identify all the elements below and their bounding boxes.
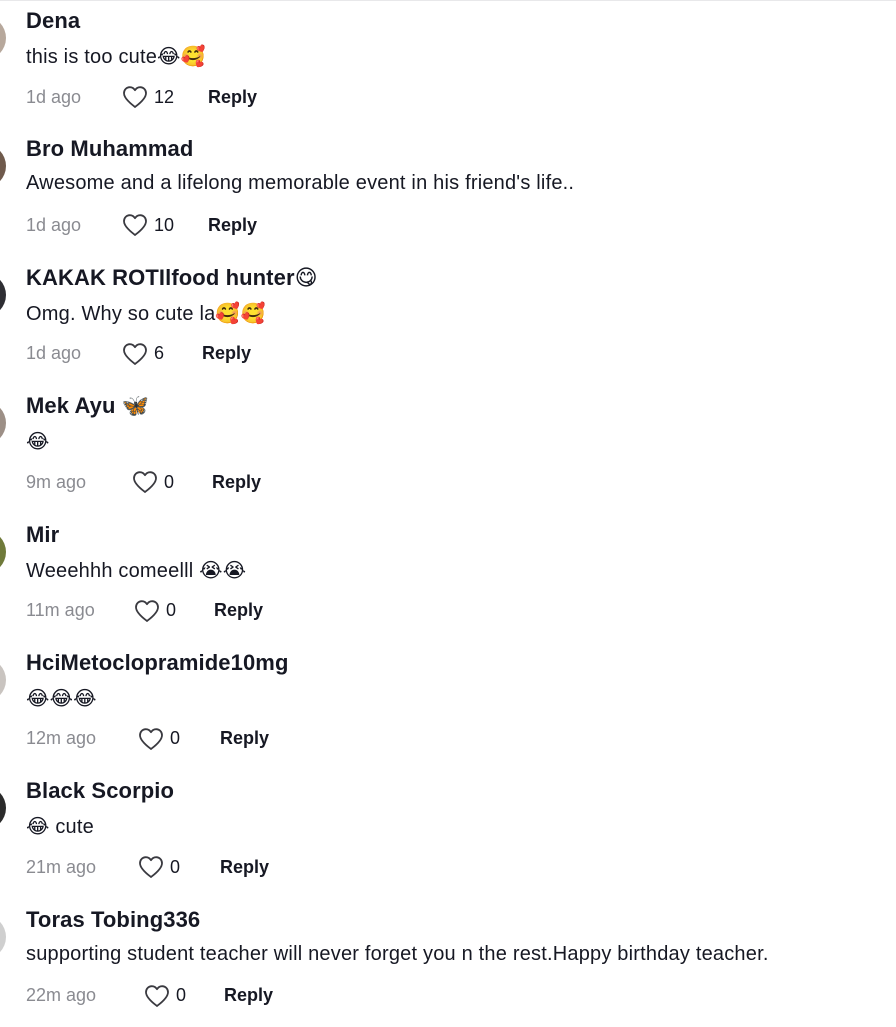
like-button[interactable]: 0 [132, 470, 212, 494]
comment-username[interactable]: Black Scorpio [26, 778, 174, 804]
heart-outline-icon [144, 984, 170, 1008]
comment-username[interactable]: KAKAK ROTIlfood hunter😋 [26, 265, 318, 291]
comment-username[interactable]: Mek Ayu 🦋 [26, 393, 149, 419]
reply-button[interactable]: Reply [208, 215, 257, 236]
comment-timestamp: 1d ago [26, 87, 122, 108]
comment-timestamp: 9m ago [26, 472, 132, 493]
heart-outline-icon [138, 855, 164, 879]
like-button[interactable]: 0 [144, 984, 224, 1008]
comment-username[interactable]: HciMetoclopramide10mg [26, 650, 289, 676]
heart-outline-icon [132, 470, 158, 494]
comment-meta: 22m ago 0 Reply [26, 983, 273, 1009]
comment-text: Omg. Why so cute la🥰🥰 [26, 301, 266, 326]
comment-meta: 12m ago 0 Reply [26, 726, 269, 752]
reply-button[interactable]: Reply [220, 728, 269, 749]
avatar[interactable] [0, 16, 6, 60]
comment-meta: 21m ago 0 Reply [26, 854, 269, 880]
comment-timestamp: 21m ago [26, 857, 138, 878]
like-count: 12 [154, 87, 174, 108]
comment-username[interactable]: Bro Muhammad [26, 136, 193, 162]
like-count: 0 [170, 728, 180, 749]
like-count: 6 [154, 343, 164, 364]
comment-timestamp: 12m ago [26, 728, 138, 749]
comment-item: Mek Ayu 🦋 😂 9m ago 0 Reply [0, 385, 896, 513]
comment-item: KAKAK ROTIlfood hunter😋 Omg. Why so cute… [0, 257, 896, 385]
reply-button[interactable]: Reply [208, 87, 257, 108]
like-count: 0 [164, 472, 174, 493]
reply-button[interactable]: Reply [220, 857, 269, 878]
comment-timestamp: 22m ago [26, 985, 144, 1006]
like-button[interactable]: 12 [122, 85, 208, 109]
like-button[interactable]: 0 [138, 855, 220, 879]
comment-text: 😂 cute [26, 814, 94, 839]
heart-outline-icon [122, 213, 148, 237]
comment-text: supporting student teacher will never fo… [26, 943, 769, 966]
reply-button[interactable]: Reply [202, 343, 251, 364]
like-button[interactable]: 0 [134, 599, 214, 623]
comment-username[interactable]: Mir [26, 522, 59, 548]
reply-button[interactable]: Reply [212, 472, 261, 493]
avatar[interactable] [0, 786, 6, 830]
avatar[interactable] [0, 401, 6, 445]
avatar[interactable] [0, 144, 6, 188]
comment-item: Toras Tobing336 supporting student teach… [0, 899, 896, 1027]
comment-item: Bro Muhammad Awesome and a lifelong memo… [0, 128, 896, 256]
comment-item: Black Scorpio 😂 cute 21m ago 0 Reply [0, 770, 896, 898]
avatar[interactable] [0, 273, 6, 317]
avatar[interactable] [0, 530, 6, 574]
comment-meta: 11m ago 0 Reply [26, 598, 263, 624]
comment-meta: 9m ago 0 Reply [26, 469, 261, 495]
comment-list: Dena this is too cute😂🥰 1d ago 12 Reply … [0, 0, 896, 1027]
comment-text: Weeehhh comeelll 😭😭 [26, 558, 246, 583]
heart-outline-icon [122, 342, 148, 366]
comment-username[interactable]: Toras Tobing336 [26, 907, 200, 933]
comment-text: 😂😂😂 [26, 686, 97, 711]
like-count: 0 [170, 857, 180, 878]
comment-timestamp: 1d ago [26, 343, 122, 364]
comment-item: HciMetoclopramide10mg 😂😂😂 12m ago 0 Repl… [0, 642, 896, 770]
comment-item: Dena this is too cute😂🥰 1d ago 12 Reply [0, 0, 896, 128]
comment-text: this is too cute😂🥰 [26, 44, 206, 69]
like-button[interactable]: 10 [122, 213, 208, 237]
reply-button[interactable]: Reply [214, 600, 263, 621]
heart-outline-icon [134, 599, 160, 623]
comment-item: Mir Weeehhh comeelll 😭😭 11m ago 0 Reply [0, 514, 896, 642]
comment-text: Awesome and a lifelong memorable event i… [26, 172, 574, 195]
comment-timestamp: 1d ago [26, 215, 122, 236]
like-count: 0 [176, 985, 186, 1006]
comment-meta: 1d ago 12 Reply [26, 84, 257, 110]
avatar[interactable] [0, 658, 6, 702]
like-count: 0 [166, 600, 176, 621]
like-button[interactable]: 6 [122, 342, 202, 366]
avatar[interactable] [0, 915, 6, 959]
heart-outline-icon [122, 85, 148, 109]
comment-text: 😂 [26, 429, 50, 454]
like-count: 10 [154, 215, 174, 236]
comment-timestamp: 11m ago [26, 600, 134, 621]
heart-outline-icon [138, 727, 164, 751]
comment-meta: 1d ago 10 Reply [26, 212, 257, 238]
reply-button[interactable]: Reply [224, 985, 273, 1006]
like-button[interactable]: 0 [138, 727, 220, 751]
comment-username[interactable]: Dena [26, 8, 80, 34]
comment-meta: 1d ago 6 Reply [26, 341, 251, 367]
